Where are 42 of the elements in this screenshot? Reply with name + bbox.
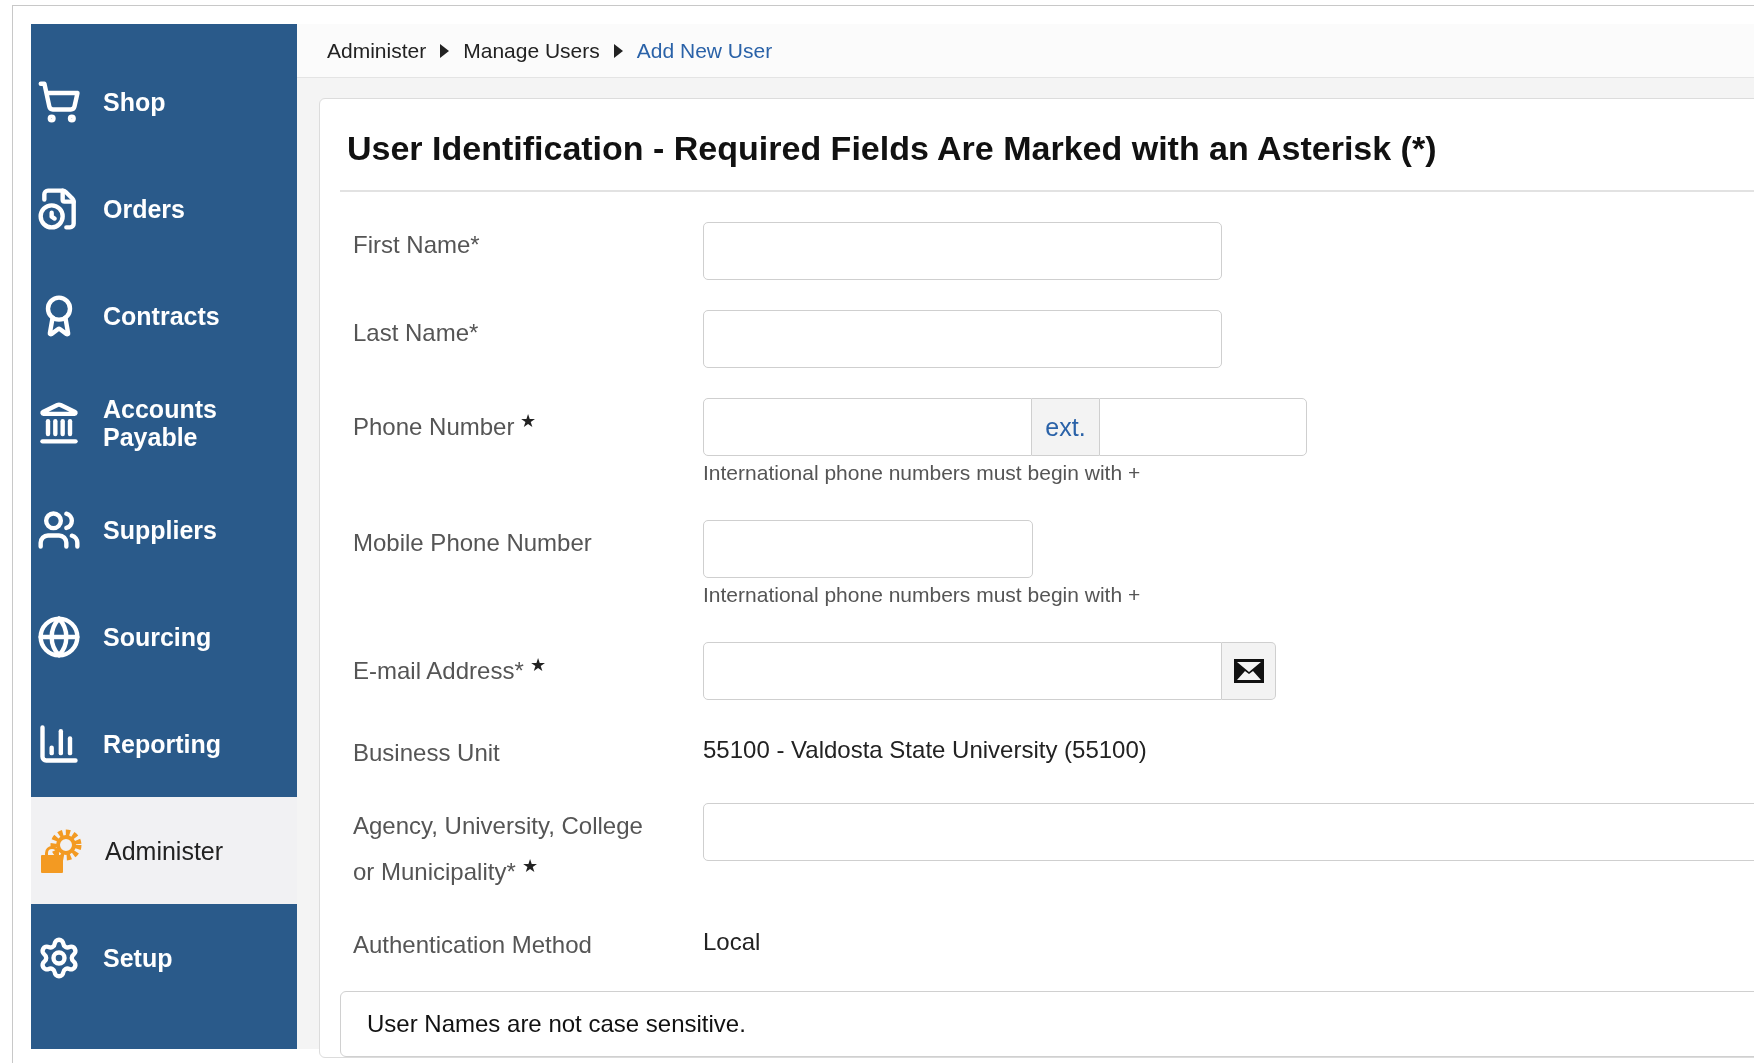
field-label: Phone Number $^{★}$	[353, 410, 537, 442]
field-label: Mobile Phone Number	[353, 528, 592, 558]
field-label: Authentication Method	[353, 930, 592, 960]
field-hint: International phone numbers must begin with +	[703, 460, 1142, 486]
breadcrumb-link[interactable]: Administer	[327, 38, 427, 63]
input-field[interactable]	[703, 222, 1222, 280]
globe-icon	[37, 614, 81, 659]
phone-field[interactable]	[703, 398, 1032, 456]
field-label: First Name*	[353, 230, 480, 260]
sidebar-item[interactable]: Orders	[31, 155, 297, 262]
field-label: Business Unit	[353, 738, 500, 768]
email-button[interactable]	[1222, 642, 1276, 700]
email-field[interactable]	[703, 642, 1222, 700]
breadcrumb-link[interactable]: Add New User	[636, 38, 773, 63]
field-label: Last Name*	[353, 318, 479, 348]
sidebar-item[interactable]: Accounts Payable	[31, 369, 297, 476]
form-title: User Identification - Required Fields Are Marked with an Asterisk (*)	[340, 99, 1754, 192]
field-label: E-mail Address* $^{★}$	[353, 654, 546, 686]
sidebar-item[interactable]: Sourcing	[31, 583, 297, 690]
settings-icon	[37, 935, 81, 980]
caret-icon	[613, 43, 623, 58]
info-note: User Names are not case sensitive.	[340, 991, 1754, 1057]
input-field[interactable]	[703, 803, 1754, 861]
input-field[interactable]	[703, 310, 1222, 368]
envelope-icon	[1233, 659, 1264, 683]
sidebar-item[interactable]: Setup	[31, 904, 297, 1011]
sidebar-item[interactable]: Suppliers	[31, 476, 297, 583]
caret-icon	[440, 43, 450, 58]
extension-label: ext.	[1032, 398, 1099, 456]
field-hint: International phone numbers must begin with +	[703, 582, 1142, 608]
cart-icon	[37, 79, 81, 124]
extension-field[interactable]	[1099, 398, 1307, 456]
sidebar-item[interactable]: Administer	[31, 797, 297, 904]
field-value: Local	[703, 927, 762, 957]
field-label: Agency, University, College or Municipality* $^{★}$	[353, 811, 644, 887]
breadcrumb-link[interactable]: Manage Users	[463, 38, 600, 63]
bank-icon	[37, 400, 81, 445]
sidebar-item[interactable]: Contracts	[31, 262, 297, 369]
sidebar-item[interactable]: Reporting	[31, 690, 297, 797]
field-value: 55100 - Valdosta State University (55100)	[703, 735, 1148, 765]
sidebar-item[interactable]: Shop	[31, 48, 297, 155]
input-field[interactable]	[703, 520, 1033, 578]
